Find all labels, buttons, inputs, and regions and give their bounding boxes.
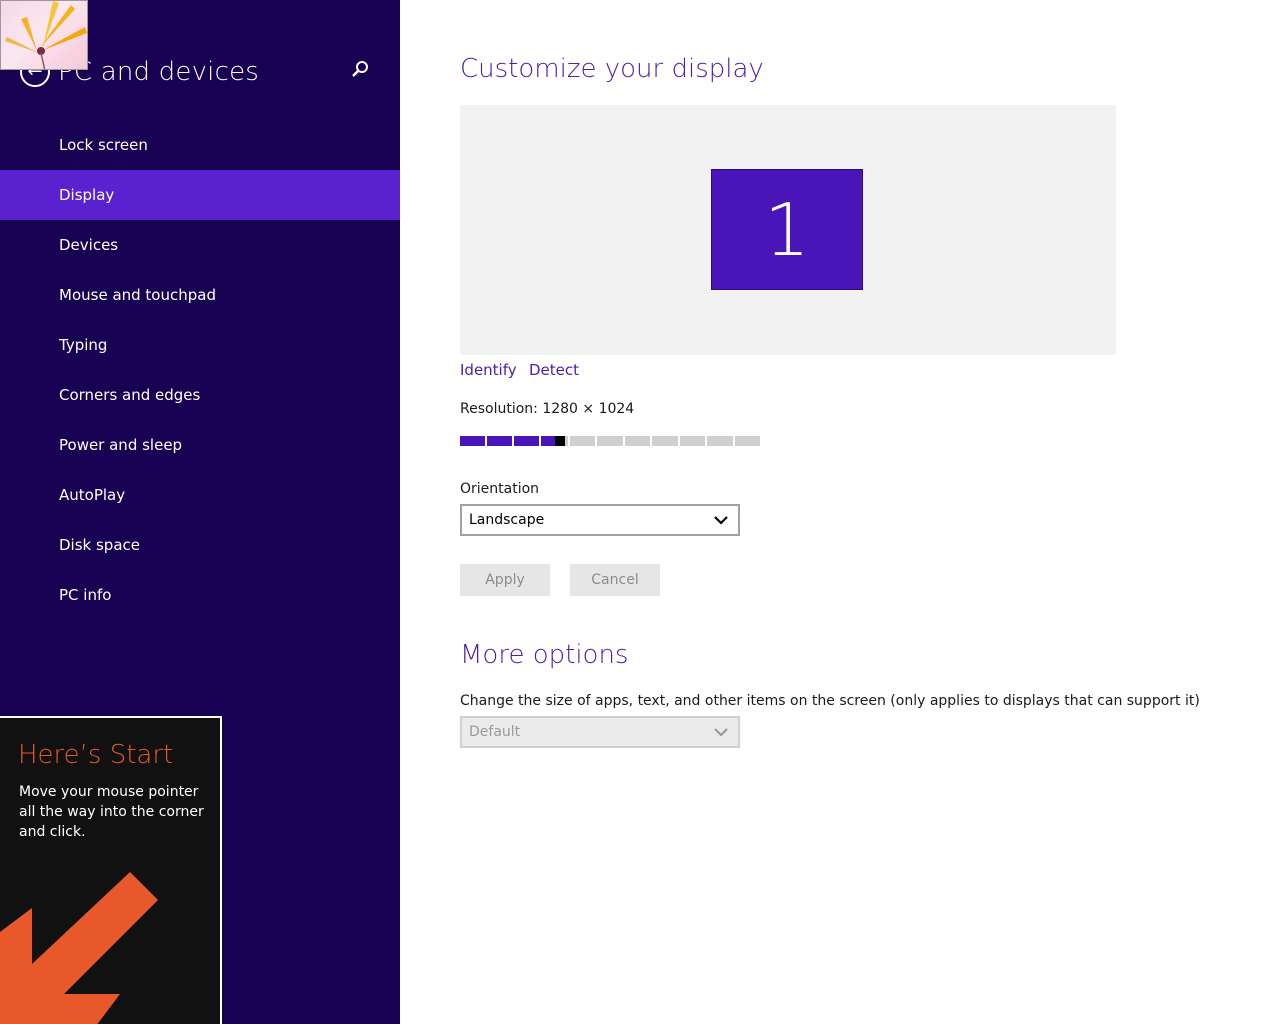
- start-tip-title: Here’s Start: [18, 740, 174, 770]
- sidebar-item-devices[interactable]: Devices: [0, 220, 400, 270]
- search-icon: [352, 61, 368, 77]
- sidebar-item-typing[interactable]: Typing: [0, 320, 400, 370]
- start-tip-body: Move your mouse pointer all the way into…: [19, 784, 204, 840]
- identify-link[interactable]: Identify: [460, 361, 517, 379]
- sidebar-item-disk-space[interactable]: Disk space: [0, 520, 400, 570]
- sidebar-item-mouse-and-touchpad[interactable]: Mouse and touchpad: [0, 270, 400, 320]
- sidebar-item-lock-screen[interactable]: Lock screen: [0, 120, 400, 170]
- search-button[interactable]: [348, 58, 372, 82]
- sidebar-item-corners-and-edges[interactable]: Corners and edges: [0, 370, 400, 420]
- sidebar-item-power-and-sleep[interactable]: Power and sleep: [0, 420, 400, 470]
- resolution-label: Resolution: 1280 × 1024: [460, 401, 635, 417]
- arrow-down-left-icon: [0, 872, 158, 1024]
- size-dropdown[interactable]: Default: [460, 716, 740, 748]
- orientation-dropdown[interactable]: Landscape: [460, 504, 740, 536]
- monitor-1-tile[interactable]: 1: [711, 169, 863, 290]
- page-title: Customize your display: [460, 54, 764, 84]
- orientation-value: Landscape: [469, 512, 545, 528]
- cancel-button[interactable]: Cancel: [570, 564, 660, 596]
- sidebar: ← PC and devices Lock screen Display Dev…: [0, 0, 400, 1024]
- chevron-down-icon: [714, 516, 728, 525]
- sidebar-item-pc-info[interactable]: PC info: [0, 570, 400, 620]
- sidebar-item-display[interactable]: Display: [0, 170, 400, 220]
- chevron-down-icon: [714, 728, 728, 737]
- sidebar-nav: Lock screen Display Devices Mouse and to…: [0, 120, 400, 620]
- resolution-slider-fill: [460, 436, 565, 446]
- more-options-title: More options: [460, 640, 629, 670]
- detect-link[interactable]: Detect: [529, 361, 579, 379]
- size-value: Default: [469, 724, 521, 740]
- sidebar-title: PC and devices: [58, 57, 260, 87]
- monitor-number: 1: [764, 187, 810, 272]
- sidebar-item-autoplay[interactable]: AutoPlay: [0, 470, 400, 520]
- display-arrangement-preview: 1: [460, 105, 1116, 355]
- apply-button[interactable]: Apply: [460, 564, 550, 596]
- resolution-slider[interactable]: [460, 436, 760, 446]
- start-tip-panel: Here’s Start Move your mouse pointer all…: [0, 716, 222, 1024]
- resolution-slider-thumb[interactable]: [555, 436, 565, 446]
- size-description: Change the size of apps, text, and other…: [460, 693, 1200, 709]
- main-content: Customize your display 1 Identify Detect…: [400, 0, 1280, 1024]
- orientation-label: Orientation: [460, 481, 540, 497]
- wallpaper-thumbnail: [0, 0, 88, 70]
